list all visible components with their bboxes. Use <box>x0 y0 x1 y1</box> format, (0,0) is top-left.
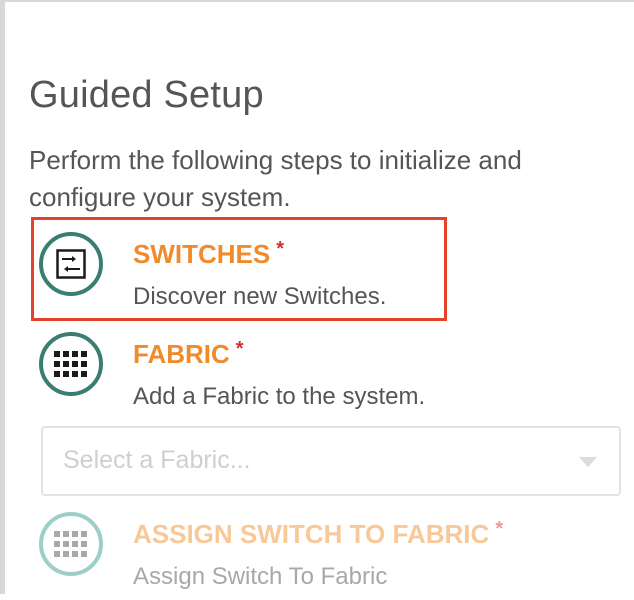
required-marker: * <box>276 238 285 260</box>
required-marker: * <box>495 518 504 540</box>
step-assign-title: ASSIGN SWITCH TO FABRIC * <box>133 518 504 550</box>
step-assign-description: Assign Switch To Fabric <box>133 563 388 590</box>
switch-config-icon[interactable] <box>39 232 103 296</box>
guided-setup-panel: Guided Setup Perform the following steps… <box>0 0 634 594</box>
step-switches[interactable]: SWITCHES * Discover new Switches. <box>29 220 439 320</box>
step-fabric-label[interactable]: FABRIC <box>133 339 230 369</box>
grid-icon[interactable] <box>39 332 103 396</box>
step-switches-label[interactable]: SWITCHES <box>133 239 270 269</box>
step-assign-label: ASSIGN SWITCH TO FABRIC <box>133 519 490 549</box>
intro-text: Perform the following steps to initializ… <box>29 145 522 212</box>
page-title: Guided Setup <box>29 74 264 116</box>
required-marker: * <box>235 338 244 360</box>
step-fabric-title[interactable]: FABRIC * <box>133 338 244 370</box>
step-fabric[interactable]: FABRIC * Add a Fabric to the system. <box>29 320 439 420</box>
grid-icon <box>39 512 103 576</box>
step-assign-switch-to-fabric: ASSIGN SWITCH TO FABRIC * Assign Switch T… <box>29 500 503 600</box>
step-switches-title[interactable]: SWITCHES * <box>133 238 285 270</box>
fabric-select[interactable]: Select a Fabric... <box>41 426 621 496</box>
fabric-select-placeholder: Select a Fabric... <box>63 446 251 474</box>
chevron-down-icon[interactable] <box>579 457 597 467</box>
step-switches-description: Discover new Switches. <box>133 283 387 310</box>
step-fabric-description: Add a Fabric to the system. <box>133 383 426 410</box>
